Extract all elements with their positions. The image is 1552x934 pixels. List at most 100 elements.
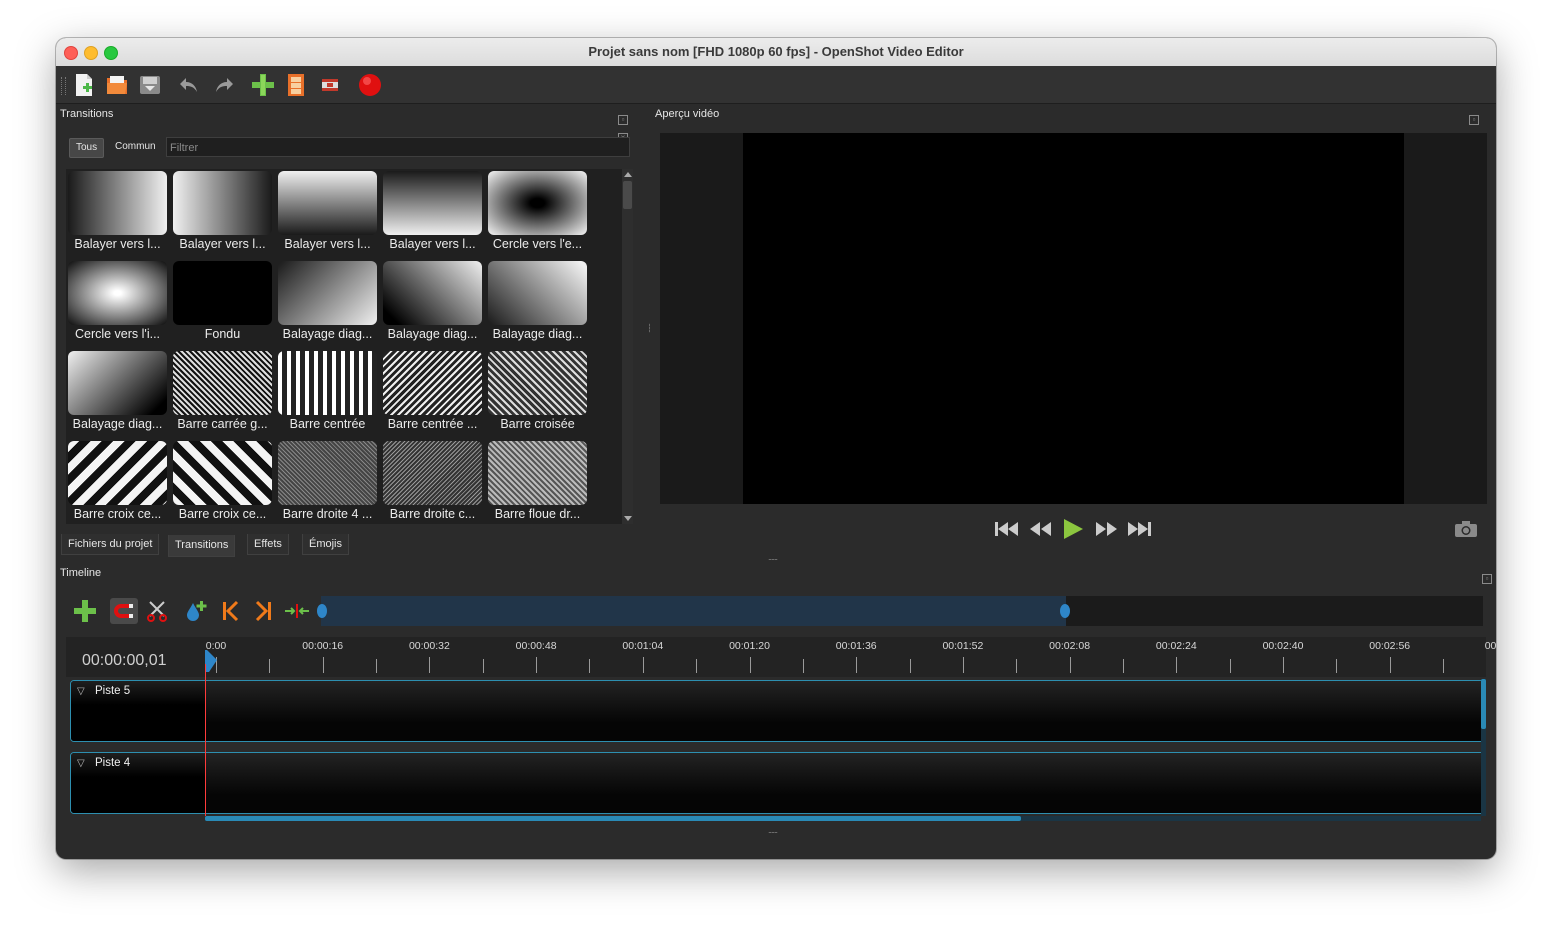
minor-tick xyxy=(269,659,271,673)
zoom-handle-right[interactable] xyxy=(1060,604,1070,618)
collapse-track-icon[interactable]: ▽ xyxy=(77,686,85,697)
transition-item[interactable]: Barre centrée ... xyxy=(382,350,483,436)
transition-thumbnail xyxy=(68,441,167,505)
camera-snapshot-icon[interactable] xyxy=(1453,518,1479,540)
minor-tick xyxy=(482,659,484,673)
minor-tick xyxy=(1229,659,1231,673)
transition-label: Barre droite c... xyxy=(389,507,476,521)
tick-label: 00:01:36 xyxy=(835,640,877,652)
fast-forward-icon[interactable] xyxy=(1093,518,1119,540)
minor-tick xyxy=(1122,659,1124,673)
redo-icon[interactable] xyxy=(210,71,238,99)
transition-item[interactable]: Barre droite 4 ... xyxy=(277,440,378,524)
transition-thumbnail xyxy=(383,171,482,235)
previous-marker-icon[interactable] xyxy=(216,598,244,624)
minor-tick xyxy=(376,659,378,673)
transition-item[interactable]: Barre carrée g... xyxy=(172,350,273,436)
transition-item[interactable]: Fondu xyxy=(172,260,273,346)
major-tick xyxy=(1283,657,1284,673)
center-timeline-icon[interactable] xyxy=(283,598,311,624)
transition-item[interactable]: Barre croix ce... xyxy=(67,440,168,524)
transition-item[interactable]: Barre droite c... xyxy=(382,440,483,524)
transition-item[interactable]: Balayer vers l... xyxy=(67,170,168,256)
zoom-handle-left[interactable] xyxy=(317,604,327,618)
jump-start-icon[interactable] xyxy=(994,518,1020,540)
timeline-panel-title: Timeline xyxy=(60,567,102,579)
transition-item[interactable]: Cercle vers l'i... xyxy=(67,260,168,346)
snapping-icon[interactable] xyxy=(110,598,138,624)
transition-item[interactable]: Cercle vers l'e... xyxy=(487,170,588,256)
new-project-icon[interactable] xyxy=(70,71,98,99)
scroll-up-icon[interactable] xyxy=(624,172,632,177)
undock-icon[interactable]: ▫ xyxy=(618,115,628,125)
undock-icon[interactable]: ▫ xyxy=(1482,574,1492,584)
toolbar-grip-icon[interactable] xyxy=(61,77,66,95)
transition-thumbnail xyxy=(68,351,167,415)
transition-item[interactable]: Barre croisée xyxy=(487,350,588,436)
transition-item[interactable]: Balayage diag... xyxy=(382,260,483,346)
transition-item[interactable]: Barre floue dr... xyxy=(487,440,588,524)
tab-emojis[interactable]: Émojis xyxy=(302,534,350,555)
transition-item[interactable]: Balayer vers l... xyxy=(382,170,483,256)
razor-icon[interactable] xyxy=(143,598,171,624)
transition-label: Barre carrée g... xyxy=(177,417,268,431)
track-header[interactable]: ▽ Piste 5 xyxy=(71,681,206,741)
transition-label: Barre centrée ... xyxy=(387,417,478,431)
track-body[interactable] xyxy=(206,753,1483,813)
tab-project-files[interactable]: Fichiers du projet xyxy=(61,534,160,555)
transition-thumbnail xyxy=(488,351,587,415)
transition-item[interactable]: Balayage diag... xyxy=(67,350,168,436)
transition-thumbnail xyxy=(488,171,587,235)
bottom-splitter[interactable]: ...... xyxy=(768,825,778,835)
scroll-down-icon[interactable] xyxy=(624,516,632,521)
playhead-icon[interactable] xyxy=(204,650,218,672)
tab-effects[interactable]: Effets xyxy=(247,534,289,555)
transition-item[interactable]: Barre croix ce... xyxy=(172,440,273,524)
track-row[interactable]: ▽ Piste 4 xyxy=(70,752,1484,814)
major-tick xyxy=(856,657,858,673)
track-body[interactable] xyxy=(206,681,1483,741)
vertical-splitter[interactable]: ...... xyxy=(647,323,657,332)
timeline-v-scroll-thumb[interactable] xyxy=(1481,679,1486,729)
timeline-h-scroll-thumb[interactable] xyxy=(205,816,1021,821)
filter-tab-common[interactable]: Commun xyxy=(109,138,162,156)
export-video-icon[interactable] xyxy=(356,71,384,99)
current-timecode: 00:00:00,01 xyxy=(82,652,167,669)
rewind-icon[interactable] xyxy=(1028,518,1054,540)
transition-item[interactable]: Balayage diag... xyxy=(277,260,378,346)
track-row[interactable]: ▽ Piste 5 xyxy=(70,680,1484,742)
timeline-zoom-range[interactable] xyxy=(321,596,1066,626)
next-marker-icon[interactable] xyxy=(250,598,278,624)
play-icon[interactable] xyxy=(1060,518,1086,540)
minor-tick xyxy=(909,659,911,673)
import-files-icon[interactable] xyxy=(249,71,277,99)
transitions-scrollbar[interactable] xyxy=(622,169,633,524)
choose-profile-icon[interactable] xyxy=(282,71,310,99)
undock-icon[interactable]: ▫ xyxy=(1469,115,1479,125)
add-marker-icon[interactable] xyxy=(182,598,210,624)
tick-label: 00:00:16 xyxy=(302,640,344,652)
collapse-track-icon[interactable]: ▽ xyxy=(77,758,85,769)
filter-input[interactable]: Filtrer xyxy=(166,137,630,157)
transition-item[interactable]: Balayage diag... xyxy=(487,260,588,346)
scroll-thumb[interactable] xyxy=(623,181,632,209)
transition-thumbnail xyxy=(488,261,587,325)
transition-item[interactable]: Balayer vers l... xyxy=(172,170,273,256)
open-project-icon[interactable] xyxy=(103,71,131,99)
transition-label: Barre croisée xyxy=(500,417,575,431)
fullscreen-icon[interactable] xyxy=(316,71,344,99)
transition-thumbnail xyxy=(68,261,167,325)
horizontal-splitter[interactable]: ...... xyxy=(768,552,778,562)
transition-item[interactable]: Barre centrée xyxy=(277,350,378,436)
tick-label: 00:02:08 xyxy=(1049,640,1091,652)
filter-tab-all[interactable]: Tous xyxy=(69,138,105,158)
app-window: Projet sans nom [FHD 1080p 60 fps] - Ope… xyxy=(56,38,1496,859)
jump-end-icon[interactable] xyxy=(1126,518,1152,540)
add-track-icon[interactable] xyxy=(71,598,99,624)
undo-icon[interactable] xyxy=(175,71,203,99)
tab-transitions[interactable]: Transitions xyxy=(168,535,236,557)
save-project-icon[interactable] xyxy=(136,71,164,99)
minor-tick xyxy=(802,659,804,673)
track-header[interactable]: ▽ Piste 4 xyxy=(71,753,206,813)
transition-item[interactable]: Balayer vers l... xyxy=(277,170,378,256)
